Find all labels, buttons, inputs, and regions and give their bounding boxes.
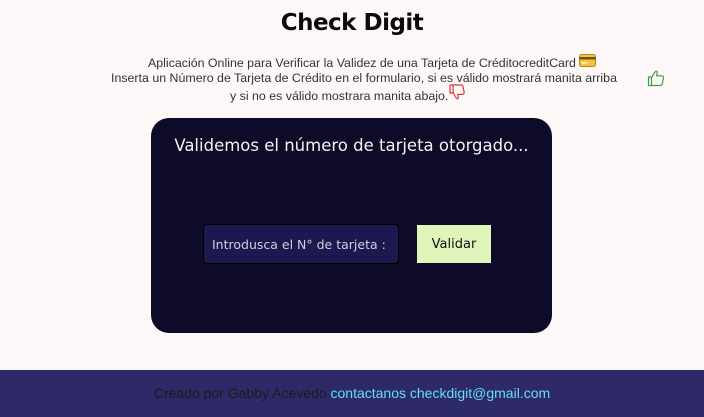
validator-panel: Validemos el número de tarjeta otorgado.… [151, 118, 552, 333]
description-text-1: Aplicación Online para Verificar la Vali… [148, 56, 576, 70]
page-title: Check Digit [280, 10, 424, 36]
thumbs-down-icon [449, 84, 466, 105]
footer-credit: Creado por Gabby Acevedo [153, 385, 327, 401]
thumbs-up-icon [647, 69, 665, 91]
description-line-1: Aplicación Online para Verificar la Vali… [148, 53, 596, 71]
validator-heading: Validemos el número de tarjeta otorgado.… [174, 136, 529, 155]
description-line-2: Inserta un Número de Tarjeta de Crédito … [111, 71, 617, 86]
credit-card-icon [578, 53, 596, 71]
card-number-input[interactable] [203, 224, 399, 264]
description-line-3: y si no es válido mostrara manita abajo. [230, 84, 466, 105]
footer: Creado por Gabby Acevedo contactanos che… [0, 370, 704, 417]
page: Check Digit Aplicación Online para Verif… [0, 0, 704, 417]
description-text-3: y si no es válido mostrara manita abajo. [230, 88, 449, 103]
description-text-2: Inserta un Número de Tarjeta de Crédito … [111, 71, 617, 85]
validate-button[interactable]: Validar [417, 225, 491, 263]
contact-link[interactable]: contactanos checkdigit@gmail.com [331, 385, 551, 401]
